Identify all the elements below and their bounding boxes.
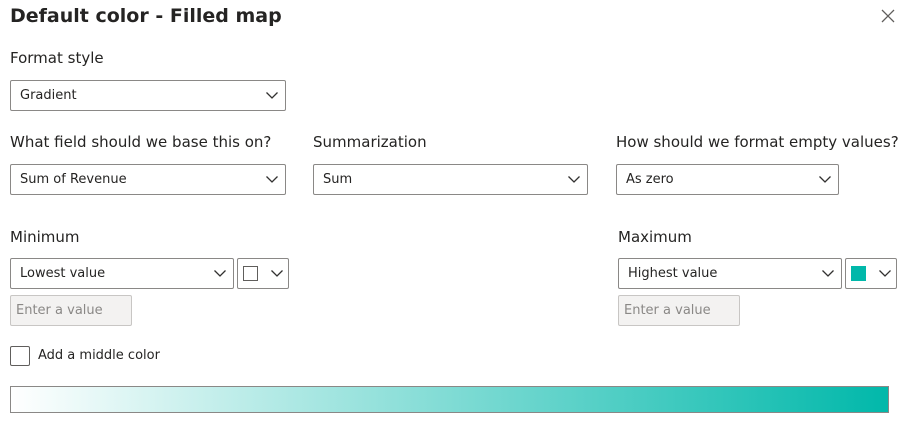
empty-values-dropdown[interactable]: As zero — [616, 164, 839, 195]
chevron-down-icon — [822, 270, 834, 277]
chevron-down-icon — [271, 270, 283, 277]
chevron-down-icon — [266, 92, 278, 99]
minimum-value-field — [11, 296, 131, 325]
chevron-down-icon — [879, 270, 891, 277]
close-icon — [881, 9, 895, 23]
empty-values-label: How should we format empty values? — [616, 133, 899, 151]
middle-color-checkbox[interactable] — [10, 346, 30, 366]
maximum-color-swatch — [851, 266, 866, 281]
chevron-down-icon — [266, 176, 278, 183]
base-field-dropdown[interactable]: Sum of Revenue — [10, 164, 286, 195]
close-button[interactable] — [878, 6, 898, 26]
minimum-label: Minimum — [10, 228, 80, 246]
minimum-value-input — [10, 295, 132, 326]
format-style-value: Gradient — [20, 88, 77, 103]
maximum-value: Highest value — [628, 266, 718, 281]
format-style-dropdown[interactable]: Gradient — [10, 80, 286, 111]
chevron-down-icon — [568, 176, 580, 183]
chevron-down-icon — [819, 176, 831, 183]
maximum-value-input — [618, 295, 740, 326]
format-style-label: Format style — [10, 49, 104, 67]
maximum-color-picker[interactable] — [845, 258, 897, 289]
base-field-label: What field should we base this on? — [10, 133, 272, 151]
maximum-dropdown[interactable]: Highest value — [618, 258, 842, 289]
base-field-value: Sum of Revenue — [20, 172, 127, 187]
minimum-value: Lowest value — [20, 266, 106, 281]
chevron-down-icon — [214, 270, 226, 277]
dialog-title: Default color - Filled map — [10, 5, 282, 27]
empty-values-value: As zero — [626, 172, 674, 187]
maximum-label: Maximum — [618, 228, 692, 246]
minimum-dropdown[interactable]: Lowest value — [10, 258, 234, 289]
summarization-label: Summarization — [313, 133, 427, 151]
middle-color-label: Add a middle color — [38, 348, 160, 363]
summarization-dropdown[interactable]: Sum — [313, 164, 588, 195]
minimum-color-picker[interactable] — [237, 258, 289, 289]
summarization-value: Sum — [323, 172, 353, 187]
gradient-preview — [10, 386, 889, 413]
minimum-color-swatch — [243, 266, 258, 281]
maximum-value-field — [619, 296, 739, 325]
